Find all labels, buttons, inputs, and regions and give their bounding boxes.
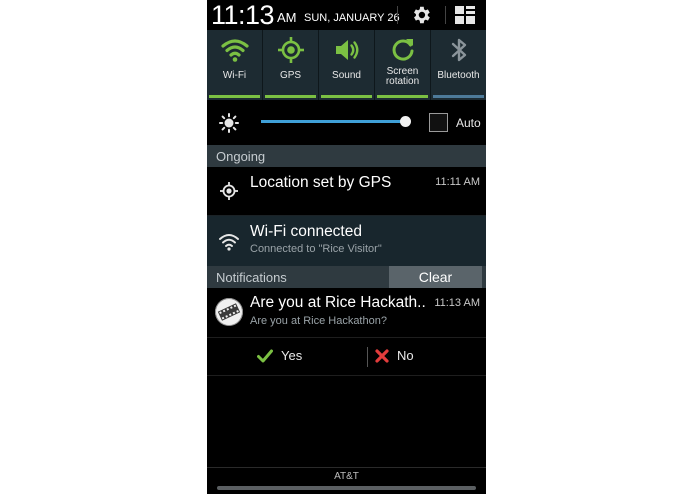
toggle-indicator [433, 95, 484, 98]
status-bar: 11:13 AM SUN, JANUARY 26 [207, 0, 486, 30]
section-title: Notifications [216, 270, 287, 285]
toggle-sound[interactable]: Sound [319, 30, 375, 100]
notification-app[interactable]: Are you at Rice Hackath.. Are you at Ric… [207, 288, 486, 338]
notification-time: 11:11 AM [435, 176, 480, 188]
carrier-label: AT&T [334, 471, 359, 482]
bluetooth-icon [451, 38, 466, 62]
toggle-label: Screen rotation [385, 66, 420, 87]
toggle-label: GPS [279, 70, 302, 81]
auto-brightness-label: Auto [456, 116, 481, 130]
gear-icon[interactable] [410, 4, 432, 26]
divider [397, 6, 398, 24]
shade-drag-handle[interactable] [217, 486, 476, 490]
brightness-control: Auto [207, 100, 486, 145]
divider [207, 467, 486, 468]
notification-title: Are you at Rice Hackath.. [250, 294, 426, 311]
toggle-screen-rotation[interactable]: Screen rotation [375, 30, 431, 100]
notification-title: Wi-Fi connected [250, 223, 362, 240]
notification-gps[interactable]: Location set by GPS 11:11 AM [207, 167, 486, 216]
notifications-header: Notifications Clear [207, 266, 486, 288]
toggle-indicator [377, 95, 428, 98]
wifi-icon [220, 39, 249, 62]
ongoing-header: Ongoing [207, 145, 486, 167]
clock-ampm: AM [277, 10, 297, 25]
auto-brightness-checkbox[interactable] [429, 113, 448, 132]
notification-title: Location set by GPS [250, 174, 392, 191]
date: SUN, JANUARY 26 [304, 12, 400, 24]
toggle-label: Bluetooth [437, 70, 480, 81]
checkmark-icon [257, 349, 273, 362]
toggle-gps[interactable]: GPS [263, 30, 319, 100]
toggle-label: Sound [332, 70, 361, 81]
gps-icon [277, 37, 304, 63]
toggle-indicator [265, 95, 316, 98]
divider [367, 347, 368, 367]
section-title: Ongoing [216, 149, 266, 164]
close-icon [375, 348, 389, 363]
toggle-bluetooth[interactable]: Bluetooth [431, 30, 486, 100]
notification-wifi[interactable]: Wi-Fi connected Connected to "Rice Visit… [207, 216, 486, 266]
clock: 11:13 [211, 0, 275, 30]
brightness-slider-knob[interactable] [400, 116, 411, 127]
toggle-label: Wi-Fi [222, 70, 247, 81]
notification-subtitle: Are you at Rice Hackathon? [250, 315, 387, 327]
clear-button[interactable]: Clear [389, 266, 482, 288]
notification-time: 11:13 AM [434, 297, 480, 309]
quick-panel-grid-icon[interactable] [454, 5, 476, 25]
notification-shade: 11:13 AM SUN, JANUARY 26 Wi-Fi GPS Sound… [207, 0, 486, 494]
toggle-indicator [209, 95, 260, 98]
wifi-icon [219, 234, 239, 251]
quick-settings-toggles: Wi-Fi GPS Sound Screen rotation Bluetoot… [207, 30, 486, 100]
no-button[interactable]: No [375, 348, 414, 363]
location-icon [220, 182, 238, 200]
divider [445, 6, 446, 24]
toggle-indicator [321, 95, 372, 98]
sound-icon [335, 40, 358, 60]
notification-subtitle: Connected to "Rice Visitor" [250, 243, 382, 255]
notification-actions: Yes No [207, 338, 486, 376]
brightness-slider[interactable] [261, 120, 407, 123]
yes-button[interactable]: Yes [257, 348, 302, 363]
brightness-icon [219, 113, 239, 133]
yes-label: Yes [281, 348, 303, 363]
no-label: No [397, 348, 414, 363]
toggle-wifi[interactable]: Wi-Fi [207, 30, 263, 100]
app-avatar [215, 298, 243, 326]
rotation-icon [392, 39, 413, 61]
